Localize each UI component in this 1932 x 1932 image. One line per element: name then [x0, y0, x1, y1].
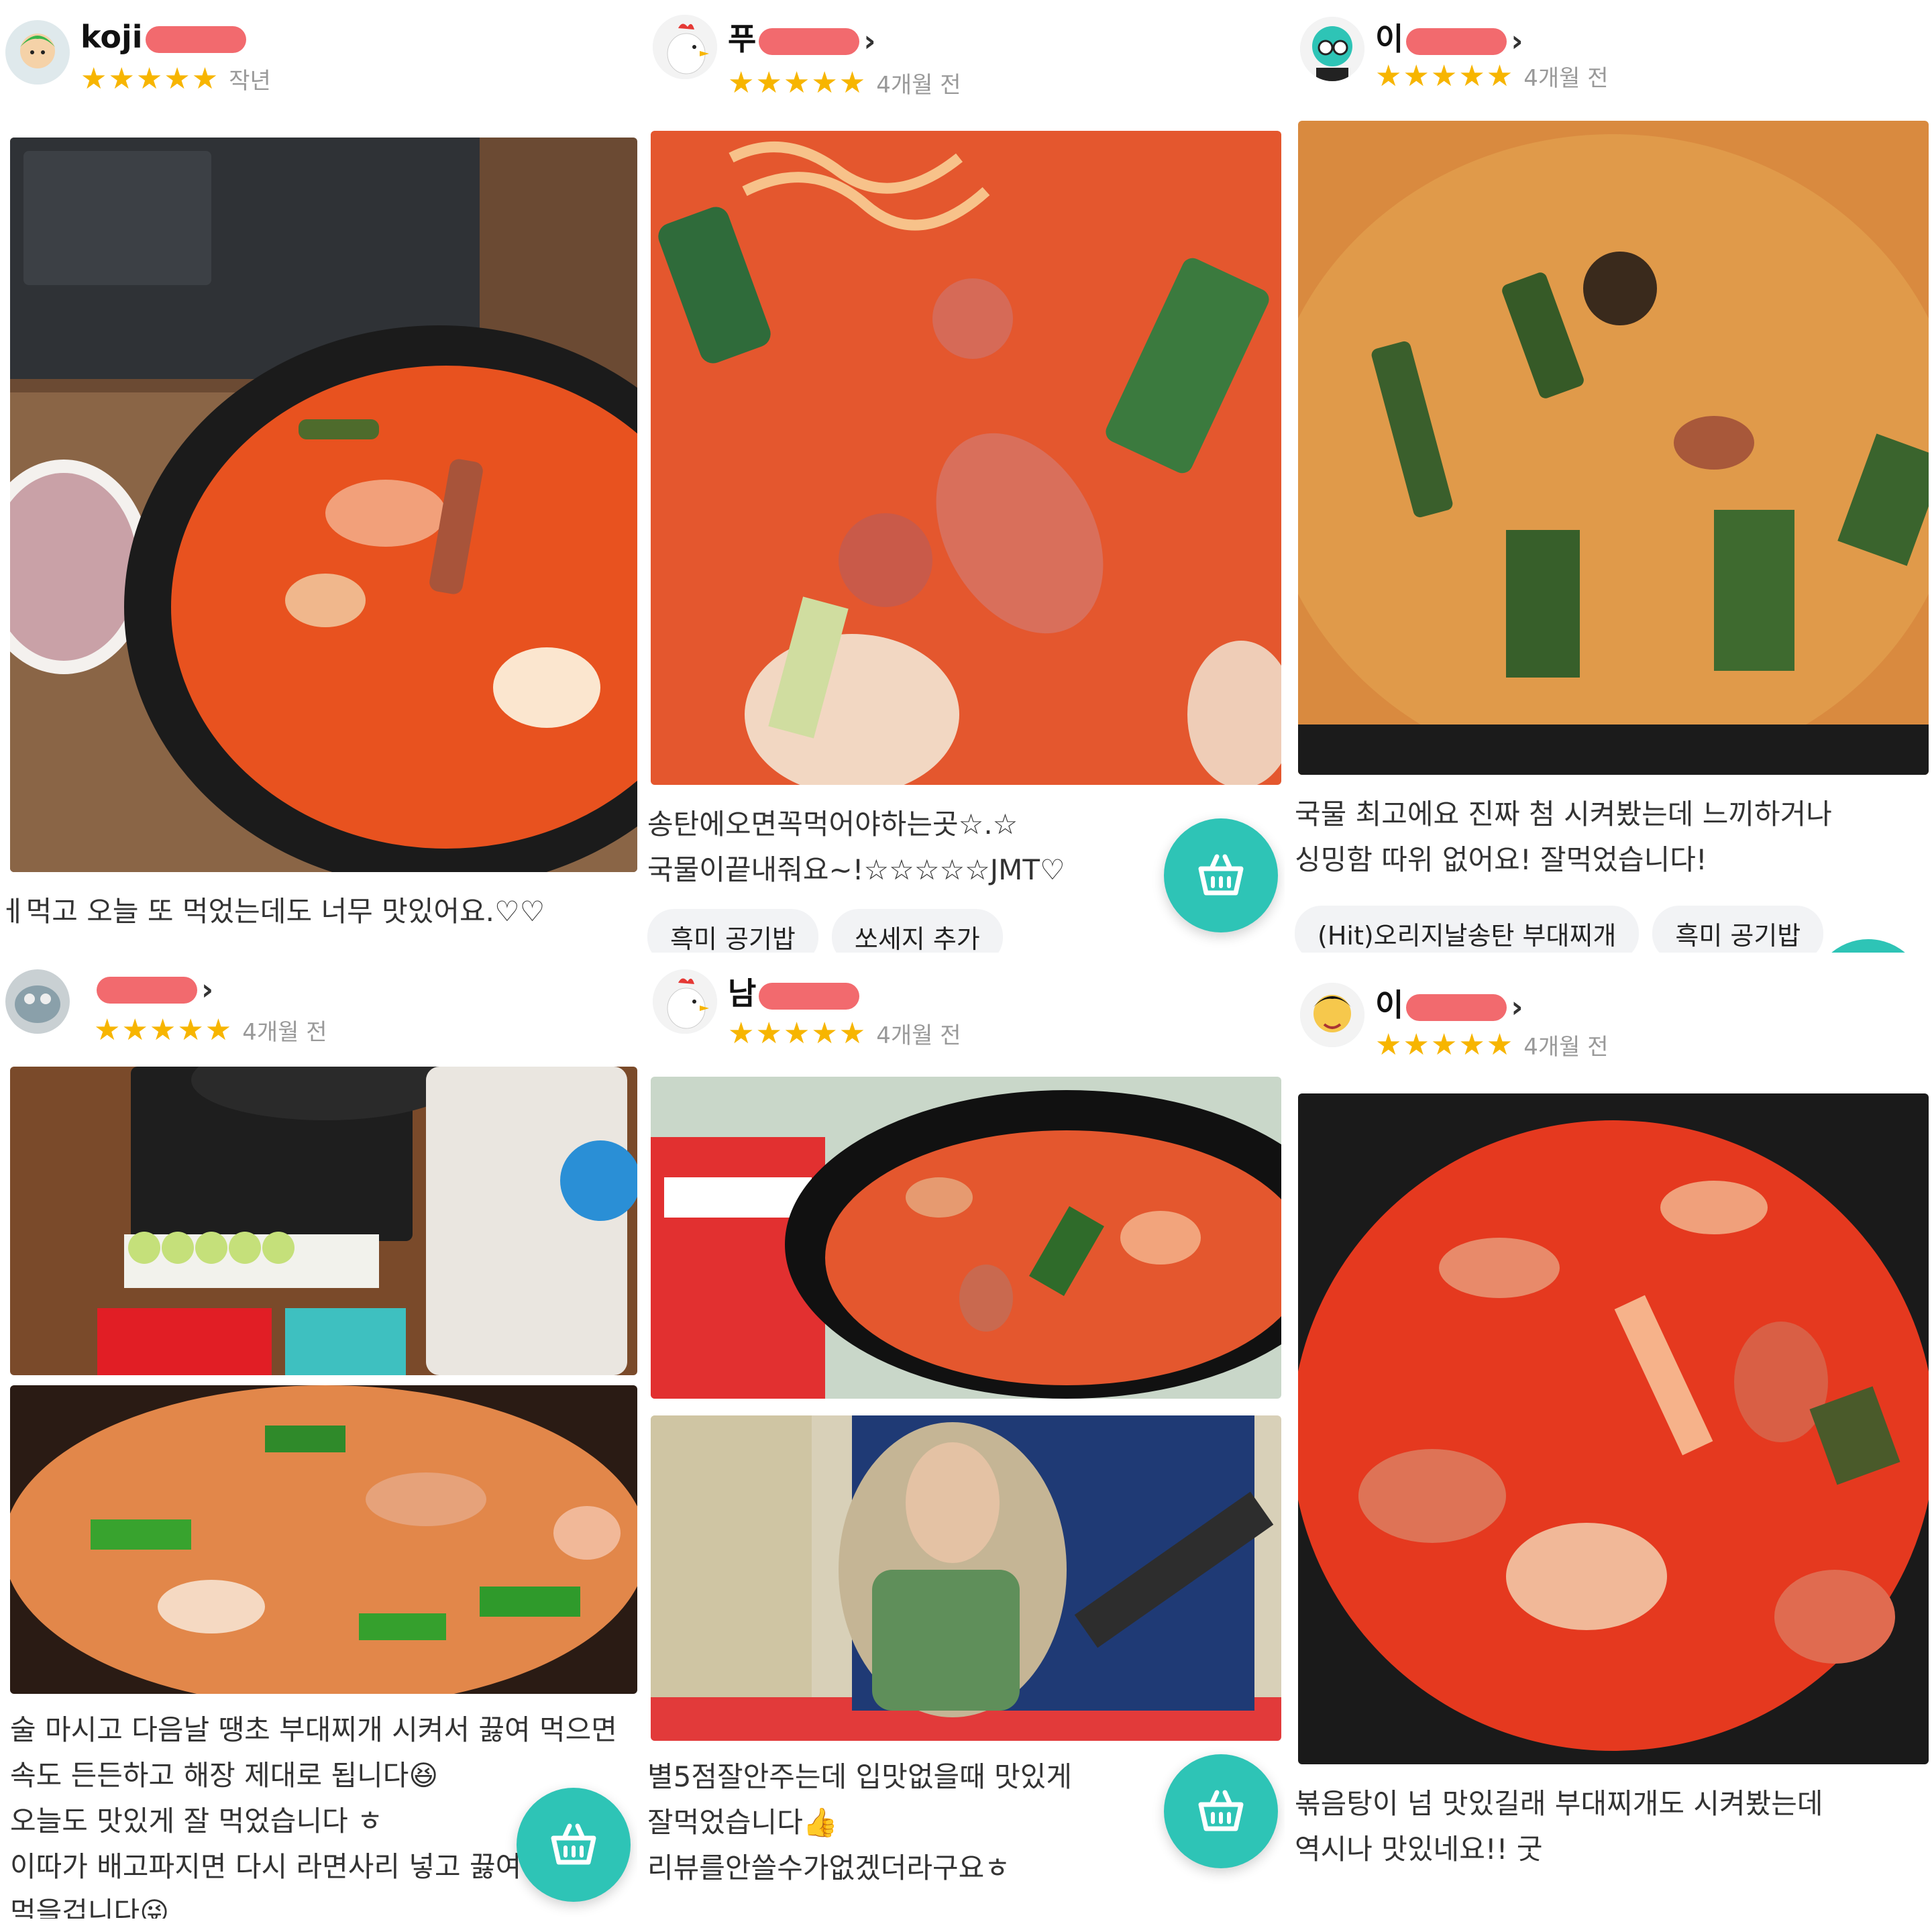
review-card: 이 › ★★★★★ 4개월 전 국물 최고에요 진짜 첨 시켜봤는데 느끼하거나 싱…: [1295, 0, 1932, 953]
order-options: 흑미 공기밥 쏘세지 추가: [647, 909, 1016, 953]
star-rating: ★★★★★: [80, 62, 220, 96]
order-options: (Hit)오리지날송탄 부대찌개 흑미 공기밥: [1295, 906, 1837, 953]
review-card: 푸 › ★★★★★ 4개월 전 송탄에오면꼭먹어야하는곳☆.☆ 국물이끝내줘요~!☆…: [647, 0, 1285, 953]
chevron-right-icon: ›: [201, 973, 214, 1007]
review-line: 먹을겁니다😜: [10, 1896, 169, 1919]
review-photo[interactable]: [651, 1077, 1281, 1399]
option-chip[interactable]: (Hit)오리지날송탄 부대찌개: [1295, 906, 1640, 953]
option-chip[interactable]: 쏘세지 추가: [831, 909, 1003, 953]
review-photo[interactable]: [1298, 121, 1929, 775]
reviewer-name-text: koji: [80, 19, 143, 55]
reviewer-name[interactable]: koji: [80, 19, 246, 55]
cart-button[interactable]: [517, 1788, 631, 1902]
basket-icon: [551, 1823, 596, 1865]
chevron-right-icon: ›: [1511, 24, 1523, 58]
avatar[interactable]: [5, 969, 70, 1034]
review-time: 4개월 전: [1523, 1034, 1609, 1061]
review-card: 이 › ★★★★★ 4개월 전 볶음탕이 넘 맛있길래 부대찌개도 시켜봤는데 역시…: [1295, 966, 1932, 1932]
avatar[interactable]: [1300, 983, 1364, 1047]
reviewer-name-text: 이: [1375, 21, 1404, 57]
avatar[interactable]: [5, 20, 70, 85]
chevron-right-icon: ›: [1511, 990, 1523, 1024]
review-time: 작년: [229, 68, 271, 95]
reviewer-name[interactable]: 이 ›: [1375, 15, 1523, 59]
review-photo[interactable]: [1298, 1093, 1929, 1764]
review-text: 국물 최고에요 진짜 첨 시켜봤는데 느끼하거나 싱밍함 따위 없어요! 잘먹었…: [1295, 792, 1932, 883]
name-redaction: [145, 25, 246, 53]
star-rating: ★★★★★: [94, 1013, 233, 1047]
review-photo[interactable]: [651, 1415, 1281, 1741]
review-line: 속도 든든하고 해장 제대로 됩니다😆: [10, 1759, 439, 1792]
review-text: ㅔ먹고 오늘 또 먹었는데도 너무 맛있어요.♡♡: [0, 889, 637, 934]
avatar[interactable]: [653, 969, 717, 1034]
name-redaction: [1406, 994, 1507, 1021]
review-card: › ★★★★★ 4개월 전 술 마시고 다음날 땡초 부대찌개 시켜서 끓여 먹…: [0, 966, 637, 1919]
chevron-right-icon: ›: [863, 24, 876, 58]
review-time: 4개월 전: [242, 1019, 327, 1046]
reviewer-name[interactable]: 남: [728, 969, 860, 1014]
reviewer-name[interactable]: ›: [94, 969, 213, 1007]
reviewer-name-text: 푸: [728, 21, 757, 57]
review-photo[interactable]: [10, 138, 637, 872]
name-redaction: [759, 982, 860, 1010]
avatar[interactable]: [1300, 17, 1364, 81]
review-card: koji ★★★★★ 작년 ㅔ먹고 오늘 또 먹었는데도 너무 맛있어요.♡♡: [0, 0, 637, 953]
rating-row: ★★★★★ 4개월 전: [94, 1013, 327, 1047]
option-chip[interactable]: 흑미 공기밥: [647, 909, 818, 953]
review-time: 4개월 전: [876, 1022, 961, 1049]
avatar[interactable]: [653, 15, 717, 79]
cart-button[interactable]: [1164, 818, 1278, 932]
star-rating: ★★★★★: [728, 1016, 867, 1051]
star-rating: ★★★★★: [1375, 59, 1515, 93]
star-rating: ★★★★★: [728, 66, 867, 100]
review-photo[interactable]: [10, 1067, 637, 1375]
reviewer-name[interactable]: 이 ›: [1375, 981, 1523, 1025]
review-line: ㅔ먹고 오늘 또 먹었는데도 너무 맛있어요.♡♡: [0, 895, 545, 928]
rating-row: ★★★★★ 작년: [80, 62, 271, 96]
review-line: 국물 최고에요 진짜 첨 시켜봤는데 느끼하거나: [1295, 798, 1832, 830]
name-redaction: [1406, 28, 1507, 55]
star-rating: ★★★★★: [1375, 1028, 1515, 1062]
review-line: 볶음탕이 넘 맛있길래 부대찌개도 시켜봤는데: [1295, 1787, 1823, 1820]
rating-row: ★★★★★ 4개월 전: [1375, 59, 1609, 93]
review-card: 남 ★★★★★ 4개월 전 별5점잘안주는데 입맛없을때 맛있게 잘먹었습니다👍…: [647, 966, 1285, 1932]
rating-row: ★★★★★ 4개월 전: [1375, 1028, 1609, 1062]
reviewer-name-text: 이: [1375, 987, 1404, 1023]
basket-icon: [1198, 1790, 1244, 1831]
rating-row: ★★★★★ 4개월 전: [728, 66, 961, 100]
review-time: 4개월 전: [1523, 65, 1609, 92]
reviewer-name-text: 남: [728, 975, 757, 1012]
reviewer-name[interactable]: 푸 ›: [728, 15, 875, 59]
name-redaction: [97, 976, 197, 1004]
review-time: 4개월 전: [876, 72, 961, 99]
review-line: 술 마시고 다음날 땡초 부대찌개 시켜서 끓여 먹으면: [10, 1713, 617, 1746]
review-line: 역시나 맛있네요!! 굿: [1295, 1833, 1543, 1866]
cart-button[interactable]: [1164, 1754, 1278, 1868]
review-photo[interactable]: [651, 131, 1281, 785]
name-redaction: [759, 28, 860, 55]
review-photo[interactable]: [10, 1385, 637, 1694]
option-chip[interactable]: 흑미 공기밥: [1652, 906, 1824, 953]
basket-icon: [1198, 854, 1244, 896]
review-text: 볶음탕이 넘 맛있길래 부대찌개도 시켜봤는데 역시나 맛있네요!! 굿: [1295, 1781, 1932, 1872]
rating-row: ★★★★★ 4개월 전: [728, 1016, 961, 1051]
review-line: 싱밍함 따위 없어요! 잘먹었습니다!: [1295, 843, 1707, 876]
